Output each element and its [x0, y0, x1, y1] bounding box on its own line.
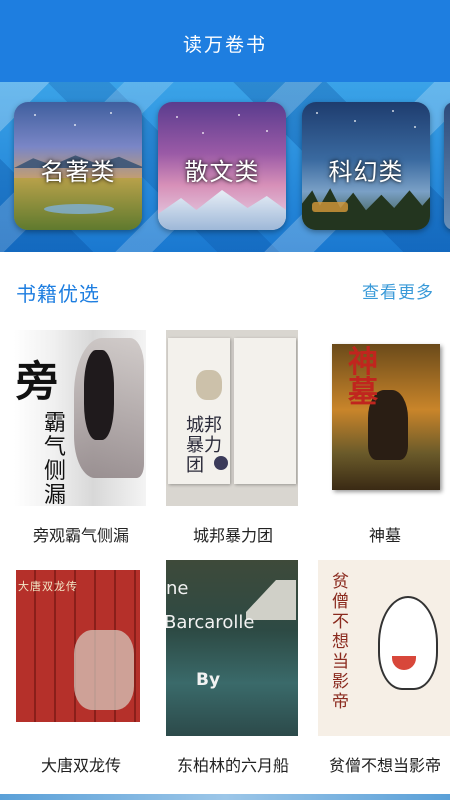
- cover-title: 贫僧不想当影帝: [332, 572, 349, 712]
- book-title: 贫僧不想当影帝: [328, 756, 441, 775]
- book-cover[interactable]: 贫僧不想当影帝: [318, 560, 450, 736]
- book-cover[interactable]: 神墓: [318, 330, 450, 506]
- view-more-link[interactable]: 查看更多: [362, 278, 434, 303]
- category-card-classics[interactable]: 名著类: [14, 102, 142, 230]
- section-title: 书籍优选: [16, 282, 100, 306]
- cover-title: Barcarolle: [166, 612, 255, 633]
- book-item[interactable]: 城邦暴力团 城邦暴力团: [166, 330, 300, 546]
- book-cover[interactable]: 城邦暴力团: [166, 330, 298, 506]
- book-title: 城邦暴力团: [192, 526, 273, 545]
- app-bar: 读万卷书: [0, 0, 450, 82]
- category-label: 名著类: [40, 158, 116, 186]
- category-label: 科幻类: [328, 158, 404, 186]
- category-label: 散文类: [184, 158, 260, 186]
- book-cover[interactable]: ne Barcarolle By: [166, 560, 298, 736]
- book-title: 旁观霸气侧漏: [32, 526, 129, 545]
- category-card-prose[interactable]: 散文类: [158, 102, 286, 230]
- category-card-scifi[interactable]: 科幻类: [302, 102, 430, 230]
- book-item[interactable]: 贫僧不想当影帝 贫僧不想当影帝: [318, 560, 450, 776]
- app-title: 读万卷书: [182, 33, 267, 56]
- cover-title: 神墓: [348, 345, 378, 410]
- cover-title: 霸气侧漏: [44, 411, 67, 507]
- category-card-partial[interactable]: [444, 102, 450, 230]
- book-item[interactable]: 旁 霸气侧漏 旁观霸气侧漏: [14, 330, 148, 546]
- book-item[interactable]: ne Barcarolle By 东柏林的六月船: [166, 560, 300, 776]
- bottom-banner-edge: [0, 794, 450, 800]
- book-title: 东柏林的六月船: [176, 756, 289, 775]
- book-item[interactable]: 神墓 神墓: [318, 330, 450, 546]
- book-title: 大唐双龙传: [40, 756, 121, 775]
- cover-title: 大唐双龙传: [18, 580, 78, 593]
- book-cover[interactable]: 大唐双龙传: [14, 560, 146, 736]
- section-header: 书籍优选 查看更多: [16, 278, 434, 308]
- book-cover[interactable]: 旁 霸气侧漏: [14, 330, 146, 506]
- book-title: 神墓: [368, 526, 401, 545]
- category-banner[interactable]: 名著类 散文类 科幻类: [0, 82, 450, 252]
- book-item[interactable]: 大唐双龙传 大唐双龙传: [14, 560, 148, 776]
